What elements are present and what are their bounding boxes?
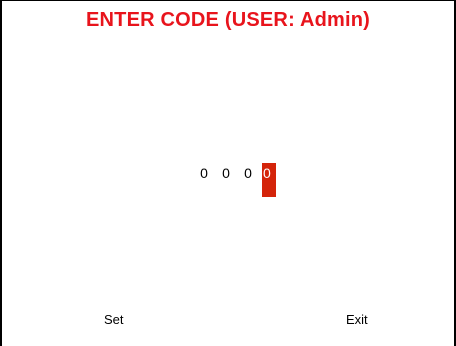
exit-button[interactable]: Exit (346, 311, 368, 329)
code-digit-3[interactable]: 0 (242, 163, 254, 183)
code-digit-1[interactable]: 0 (198, 163, 210, 183)
set-button[interactable]: Set (104, 311, 124, 329)
code-digit-4-active[interactable]: 0 (262, 163, 276, 197)
code-digit-2[interactable]: 0 (220, 163, 232, 183)
page-title: ENTER CODE (USER: Admin) (85, 9, 371, 31)
